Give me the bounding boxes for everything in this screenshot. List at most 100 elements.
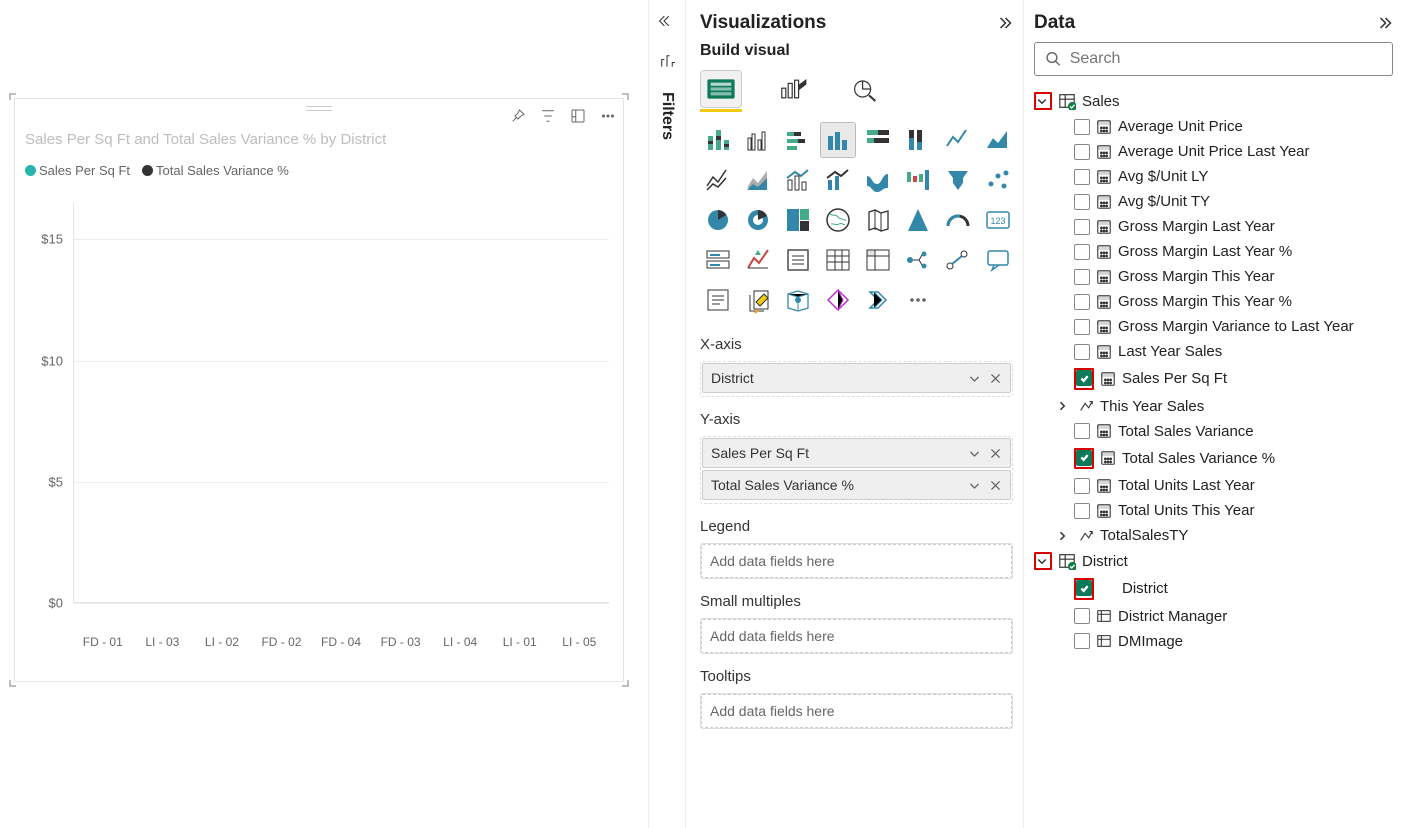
remove-field-icon[interactable] xyxy=(989,447,1002,460)
field-dmimage[interactable]: DMImage xyxy=(1034,629,1393,654)
collapse-pane-icon[interactable] xyxy=(993,13,1013,33)
field-gm_ly[interactable]: Gross Margin Last Year xyxy=(1034,214,1393,239)
table-sales[interactable]: Sales xyxy=(1034,88,1393,114)
checkbox[interactable] xyxy=(1074,344,1090,360)
viz-scatter[interactable] xyxy=(980,162,1016,198)
expand-filters-icon[interactable] xyxy=(658,12,676,30)
format-visual-tab[interactable] xyxy=(772,70,814,108)
chevron-down-icon[interactable] xyxy=(968,372,981,385)
viz-hundred-column[interactable] xyxy=(900,122,936,158)
checkbox[interactable] xyxy=(1074,294,1090,310)
analytics-tab[interactable] xyxy=(844,70,886,108)
field-gm_ly_pct[interactable]: Gross Margin Last Year % xyxy=(1034,239,1393,264)
checkbox[interactable] xyxy=(1074,244,1090,260)
checkbox[interactable] xyxy=(1076,370,1092,386)
viz-gauge[interactable] xyxy=(940,202,976,238)
viz-narrative[interactable] xyxy=(700,282,736,318)
checkbox[interactable] xyxy=(1074,633,1090,649)
filters-pane-collapsed[interactable]: Filters xyxy=(648,0,686,828)
viz-stacked-hbar[interactable] xyxy=(780,122,816,158)
viz-clustered-bar[interactable] xyxy=(740,122,776,158)
field-tu_ty[interactable]: Total Units This Year xyxy=(1034,498,1393,523)
small-multiples-well[interactable]: Add data fields here xyxy=(701,619,1012,653)
viz-combo-bar-line[interactable] xyxy=(780,162,816,198)
viz-powerapps[interactable] xyxy=(820,282,856,318)
viz-treemap[interactable] xyxy=(780,202,816,238)
drag-handle-icon[interactable] xyxy=(306,105,332,113)
checkbox[interactable] xyxy=(1074,194,1090,210)
viz-kpi[interactable] xyxy=(740,242,776,278)
xaxis-well-district[interactable]: District xyxy=(702,363,1011,393)
build-visual-tab[interactable] xyxy=(700,70,742,108)
viz-filled-map[interactable] xyxy=(860,202,896,238)
viz-clustered-column[interactable] xyxy=(820,122,856,158)
field-ts_var_pct[interactable]: Total Sales Variance % xyxy=(1034,444,1393,474)
pin-icon[interactable] xyxy=(509,107,527,125)
field-ty_sales[interactable]: This Year Sales xyxy=(1034,394,1393,419)
filter-icon[interactable] xyxy=(539,107,557,125)
viz-slicer[interactable] xyxy=(780,242,816,278)
checkbox[interactable] xyxy=(1076,580,1092,596)
checkbox[interactable] xyxy=(1074,269,1090,285)
more-options-icon[interactable] xyxy=(599,107,617,125)
checkbox[interactable] xyxy=(1074,119,1090,135)
checkbox[interactable] xyxy=(1074,219,1090,235)
field-tu_ly[interactable]: Total Units Last Year xyxy=(1034,473,1393,498)
field-gm_var[interactable]: Gross Margin Variance to Last Year xyxy=(1034,314,1393,339)
viz-area[interactable] xyxy=(980,122,1016,158)
checkbox[interactable] xyxy=(1074,503,1090,519)
chevron-down-icon[interactable] xyxy=(968,479,981,492)
checkbox[interactable] xyxy=(1074,478,1090,494)
collapse-pane-icon[interactable] xyxy=(1373,13,1393,33)
viz-line[interactable] xyxy=(940,122,976,158)
field-avg_unit_price[interactable]: Average Unit Price xyxy=(1034,114,1393,139)
checkbox[interactable] xyxy=(1074,608,1090,624)
field-district[interactable]: District xyxy=(1034,574,1393,604)
viz-combo-col-line[interactable] xyxy=(820,162,856,198)
viz-arcgis[interactable] xyxy=(780,282,816,318)
viz-more[interactable] xyxy=(900,282,936,318)
viz-area-stacked[interactable] xyxy=(740,162,776,198)
viz-table[interactable] xyxy=(820,242,856,278)
checkbox[interactable] xyxy=(1074,169,1090,185)
checkbox[interactable] xyxy=(1074,423,1090,439)
viz-azure-map[interactable] xyxy=(900,202,936,238)
checkbox[interactable] xyxy=(1076,450,1092,466)
viz-decomposition[interactable] xyxy=(900,242,936,278)
viz-map[interactable] xyxy=(820,202,856,238)
viz-paginated[interactable] xyxy=(740,282,776,318)
yaxis-well-variance[interactable]: Total Sales Variance % xyxy=(702,470,1011,500)
field-ts_var[interactable]: Total Sales Variance xyxy=(1034,419,1393,444)
remove-field-icon[interactable] xyxy=(989,479,1002,492)
viz-multi-card[interactable] xyxy=(700,242,736,278)
field-ly_sales[interactable]: Last Year Sales xyxy=(1034,339,1393,364)
field-totalsalesty[interactable]: TotalSalesTY xyxy=(1034,523,1393,548)
viz-qna[interactable] xyxy=(980,242,1016,278)
field-avg_unit_ty[interactable]: Avg $/Unit TY xyxy=(1034,189,1393,214)
chevron-down-icon[interactable] xyxy=(968,447,981,460)
viz-funnel[interactable] xyxy=(940,162,976,198)
field-avg_unit_price_ly[interactable]: Average Unit Price Last Year xyxy=(1034,139,1393,164)
field-gm_ty_pct[interactable]: Gross Margin This Year % xyxy=(1034,289,1393,314)
remove-field-icon[interactable] xyxy=(989,372,1002,385)
viz-pie[interactable] xyxy=(700,202,736,238)
viz-card[interactable]: 123 xyxy=(980,202,1016,238)
chart-visual[interactable]: Sales Per Sq Ft and Total Sales Variance… xyxy=(14,98,624,682)
viz-goals[interactable] xyxy=(940,242,976,278)
field-avg_unit_ly[interactable]: Avg $/Unit LY xyxy=(1034,164,1393,189)
table-district[interactable]: District xyxy=(1034,548,1393,574)
checkbox[interactable] xyxy=(1074,144,1090,160)
search-input[interactable] xyxy=(1034,42,1393,76)
viz-waterfall[interactable] xyxy=(900,162,936,198)
viz-donut[interactable] xyxy=(740,202,776,238)
field-manager[interactable]: District Manager xyxy=(1034,604,1393,629)
viz-stacked-bar[interactable] xyxy=(700,122,736,158)
field-sales_sqft[interactable]: Sales Per Sq Ft xyxy=(1034,364,1393,394)
viz-automate[interactable] xyxy=(860,282,896,318)
checkbox[interactable] xyxy=(1074,319,1090,335)
viz-line-stacked[interactable] xyxy=(700,162,736,198)
report-canvas[interactable]: Sales Per Sq Ft and Total Sales Variance… xyxy=(0,0,648,828)
focus-mode-icon[interactable] xyxy=(569,107,587,125)
viz-hundred-stacked[interactable] xyxy=(860,122,896,158)
yaxis-well-sales-sqft[interactable]: Sales Per Sq Ft xyxy=(702,438,1011,468)
